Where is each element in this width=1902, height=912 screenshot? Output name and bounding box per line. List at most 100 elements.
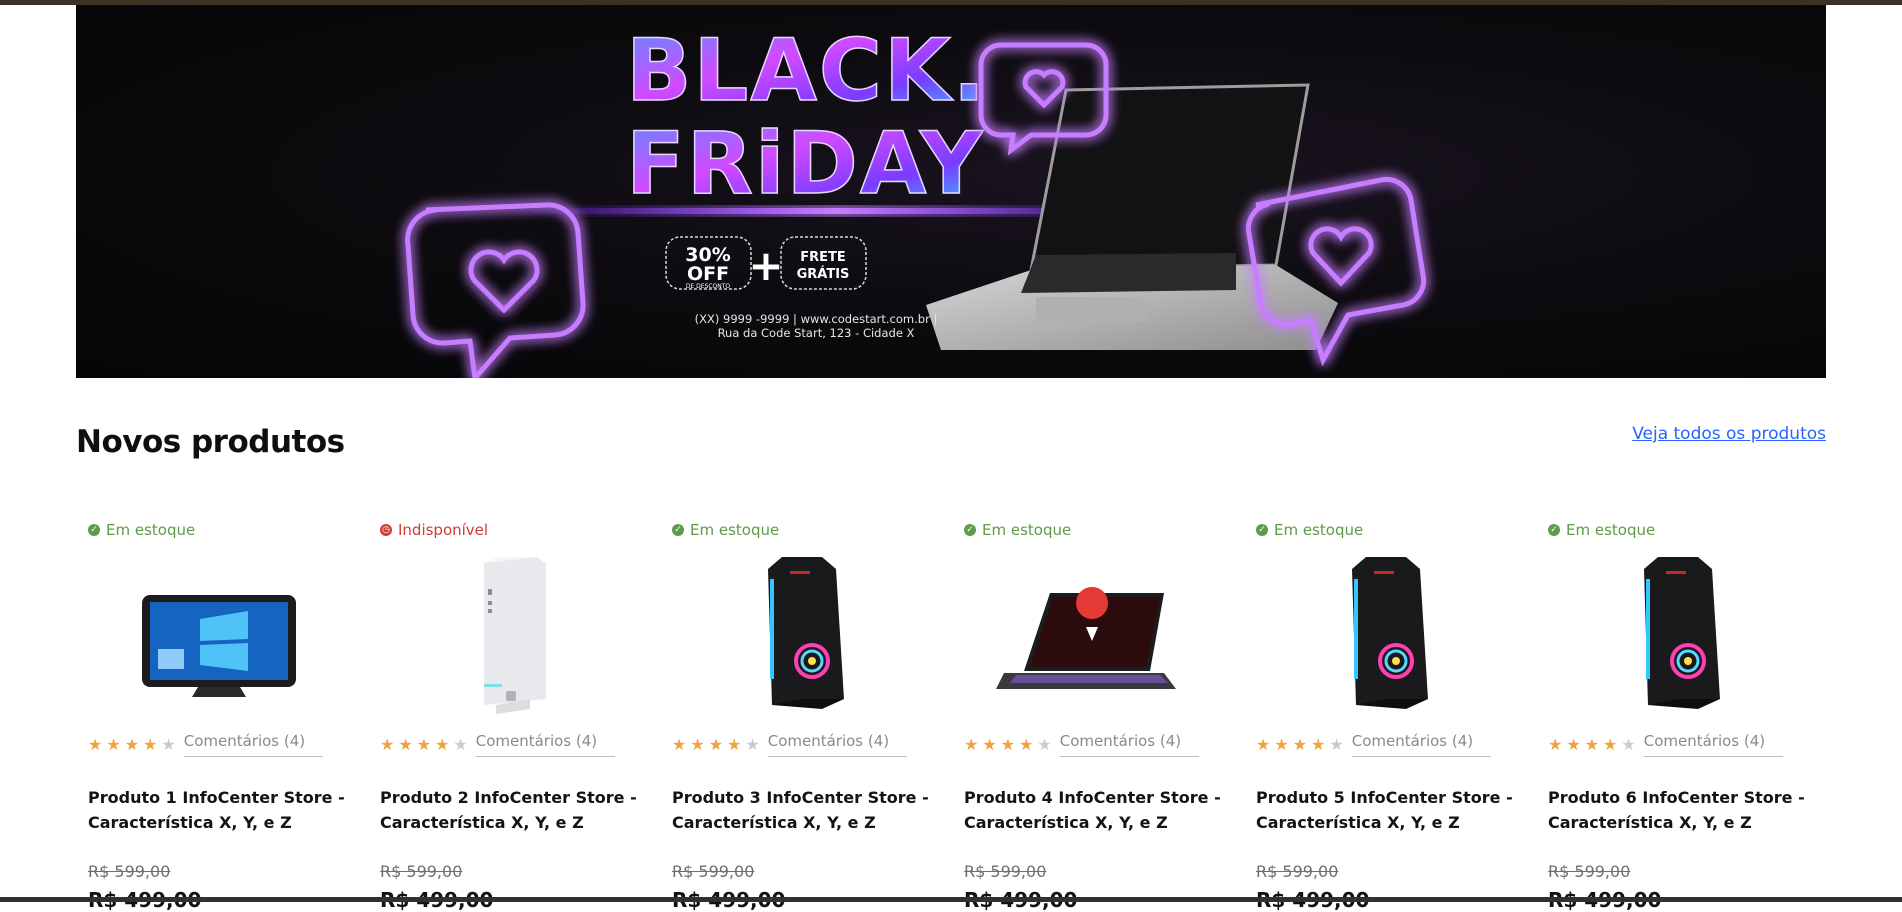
old-price: R$ 599,00: [964, 862, 1047, 881]
reviews-link[interactable]: Comentários (4): [1643, 732, 1783, 757]
star-icon: ★: [982, 734, 997, 754]
product-name[interactable]: Produto 2 InfoCenter Store - Característ…: [380, 785, 640, 835]
svg-text:OFF: OFF: [687, 263, 729, 285]
banner-contact-line-1: (XX) 9999 -9999 | www.codestart.com.br |: [695, 312, 938, 326]
star-icon: ★: [1566, 734, 1581, 754]
check-circle-icon: ✓: [964, 524, 976, 536]
product-name[interactable]: Produto 5 InfoCenter Store - Característ…: [1256, 785, 1516, 835]
star-icon: ★: [161, 734, 176, 754]
stock-status: ✓ Em estoque: [88, 521, 195, 539]
star-icon: ★: [1621, 734, 1636, 754]
product-name[interactable]: Produto 1 InfoCenter Store - Característ…: [88, 785, 348, 835]
old-price: R$ 599,00: [672, 862, 755, 881]
star-icon: ★: [453, 734, 468, 754]
stock-label: Indisponível: [398, 521, 489, 539]
product-card[interactable]: ◷ Indisponível ★ ★ ★ ★ ★ Comentários (4) Produto…: [368, 515, 648, 912]
stock-label: Em estoque: [1274, 521, 1364, 539]
product-card[interactable]: ✓ Em estoque ★ ★ ★ ★ ★ Comentários (4) Produto 6…: [1536, 515, 1816, 912]
star-icon: ★: [1256, 734, 1271, 754]
product-card[interactable]: ✓ Em estoque ★ ★ ★ ★ ★ Comentários (4) Produto 5…: [1244, 515, 1524, 912]
star-icon: ★: [106, 734, 121, 754]
banner-contact-line-2: Rua da Code Start, 123 - Cidade X: [718, 326, 915, 340]
star-icon: ★: [143, 734, 158, 754]
star-icon: ★: [708, 734, 724, 754]
discount-badge: 30% OFF DE DESCONTO: [665, 236, 752, 290]
star-icon: ★: [690, 734, 705, 754]
star-icon: ★: [380, 734, 395, 754]
product-name[interactable]: Produto 3 InfoCenter Store - Característ…: [672, 785, 932, 835]
laptop-image: [926, 83, 1338, 350]
product-list: ✓ Em estoque ★ ★ ★ ★ ★ Comentários (4) Produto 1…: [76, 515, 1826, 912]
star-icon: ★: [1548, 734, 1563, 754]
free-shipping-badge: FRETE GRÁTIS: [780, 236, 867, 290]
stock-label: Em estoque: [106, 521, 196, 539]
stock-label: Em estoque: [690, 521, 780, 539]
product-card[interactable]: ✓ Em estoque ★ ★ ★ ★ ★ Comentários (4) Produto 4…: [952, 515, 1232, 912]
check-circle-icon: ✓: [88, 524, 100, 536]
product-card[interactable]: ✓ Em estoque ★ ★ ★ ★ ★ Comentários (4) Produto 1…: [76, 515, 356, 912]
product-name[interactable]: Produto 4 InfoCenter Store - Característ…: [964, 785, 1224, 835]
star-icon: ★: [416, 734, 432, 754]
product-name[interactable]: Produto 6 InfoCenter Store - Característ…: [1548, 785, 1808, 835]
product-image-gaming-tower[interactable]: [1256, 549, 1512, 719]
stock-status: ✓ Em estoque: [964, 521, 1071, 539]
black-friday-banner[interactable]: BLACK. FRiDAY 30% OFF DE DESCONTO + FRET…: [76, 5, 1826, 378]
heart-bubble-icon: [405, 202, 586, 378]
clock-icon: ◷: [380, 524, 392, 536]
product-rating: ★ ★ ★ ★ ★ Comentários (4): [1256, 732, 1491, 757]
svg-text:DE DESCONTO: DE DESCONTO: [686, 283, 731, 290]
stock-status: ◷ Indisponível: [380, 521, 488, 539]
star-icon: ★: [727, 734, 742, 754]
product-rating: ★ ★ ★ ★ ★ Comentários (4): [380, 732, 615, 757]
banner-artwork: BLACK. FRiDAY 30% OFF DE DESCONTO + FRET…: [405, 20, 1427, 378]
product-image-gaming-tower[interactable]: [1548, 549, 1804, 719]
star-icon: ★: [1329, 734, 1344, 754]
product-rating: ★ ★ ★ ★ ★ Comentários (4): [1548, 732, 1783, 757]
check-circle-icon: ✓: [1256, 524, 1268, 536]
star-icon: ★: [1037, 734, 1052, 754]
stock-label: Em estoque: [982, 521, 1072, 539]
reviews-link[interactable]: Comentários (4): [1351, 732, 1491, 757]
star-icon: ★: [1603, 734, 1618, 754]
old-price: R$ 599,00: [88, 862, 171, 881]
banner-headline-1: BLACK.: [626, 21, 987, 121]
plus-sign: +: [748, 241, 783, 290]
star-icon: ★: [1292, 734, 1308, 754]
star-icon: ★: [1274, 734, 1289, 754]
section-title: Novos produtos: [76, 424, 345, 460]
product-rating: ★ ★ ★ ★ ★ Comentários (4): [672, 732, 907, 757]
product-rating: ★ ★ ★ ★ ★ Comentários (4): [964, 732, 1199, 757]
bottom-bar: [0, 897, 1902, 902]
product-rating: ★ ★ ★ ★ ★ Comentários (4): [88, 732, 323, 757]
product-image-gaming-laptop[interactable]: [964, 549, 1220, 719]
reviews-link[interactable]: Comentários (4): [767, 732, 907, 757]
old-price: R$ 599,00: [380, 862, 463, 881]
product-card[interactable]: ✓ Em estoque ★ ★ ★ ★ ★ Comentários (4) Produto 3…: [660, 515, 940, 912]
stock-status: ✓ Em estoque: [1548, 521, 1655, 539]
old-price: R$ 599,00: [1256, 862, 1339, 881]
check-circle-icon: ✓: [672, 524, 684, 536]
star-icon: ★: [398, 734, 413, 754]
svg-text:GRÁTIS: GRÁTIS: [797, 266, 850, 282]
stock-status: ✓ Em estoque: [672, 521, 779, 539]
reviews-link[interactable]: Comentários (4): [1059, 732, 1199, 757]
star-icon: ★: [124, 734, 140, 754]
star-icon: ★: [672, 734, 687, 754]
banner-headline-2: FRiDAY: [626, 114, 984, 214]
product-image-gaming-tower[interactable]: [672, 549, 928, 719]
star-icon: ★: [435, 734, 450, 754]
star-icon: ★: [1019, 734, 1034, 754]
product-image-white-desktop-tower[interactable]: [380, 549, 636, 719]
see-all-products-link[interactable]: Veja todos os produtos: [1632, 424, 1826, 444]
star-icon: ★: [1000, 734, 1016, 754]
reviews-link[interactable]: Comentários (4): [183, 732, 323, 757]
star-icon: ★: [745, 734, 760, 754]
reviews-link[interactable]: Comentários (4): [475, 732, 615, 757]
star-icon: ★: [88, 734, 103, 754]
star-icon: ★: [964, 734, 979, 754]
svg-text:FRETE: FRETE: [800, 250, 846, 265]
stock-status: ✓ Em estoque: [1256, 521, 1363, 539]
product-image-all-in-one-pc[interactable]: [88, 549, 344, 719]
star-icon: ★: [1311, 734, 1326, 754]
star-icon: ★: [1584, 734, 1600, 754]
